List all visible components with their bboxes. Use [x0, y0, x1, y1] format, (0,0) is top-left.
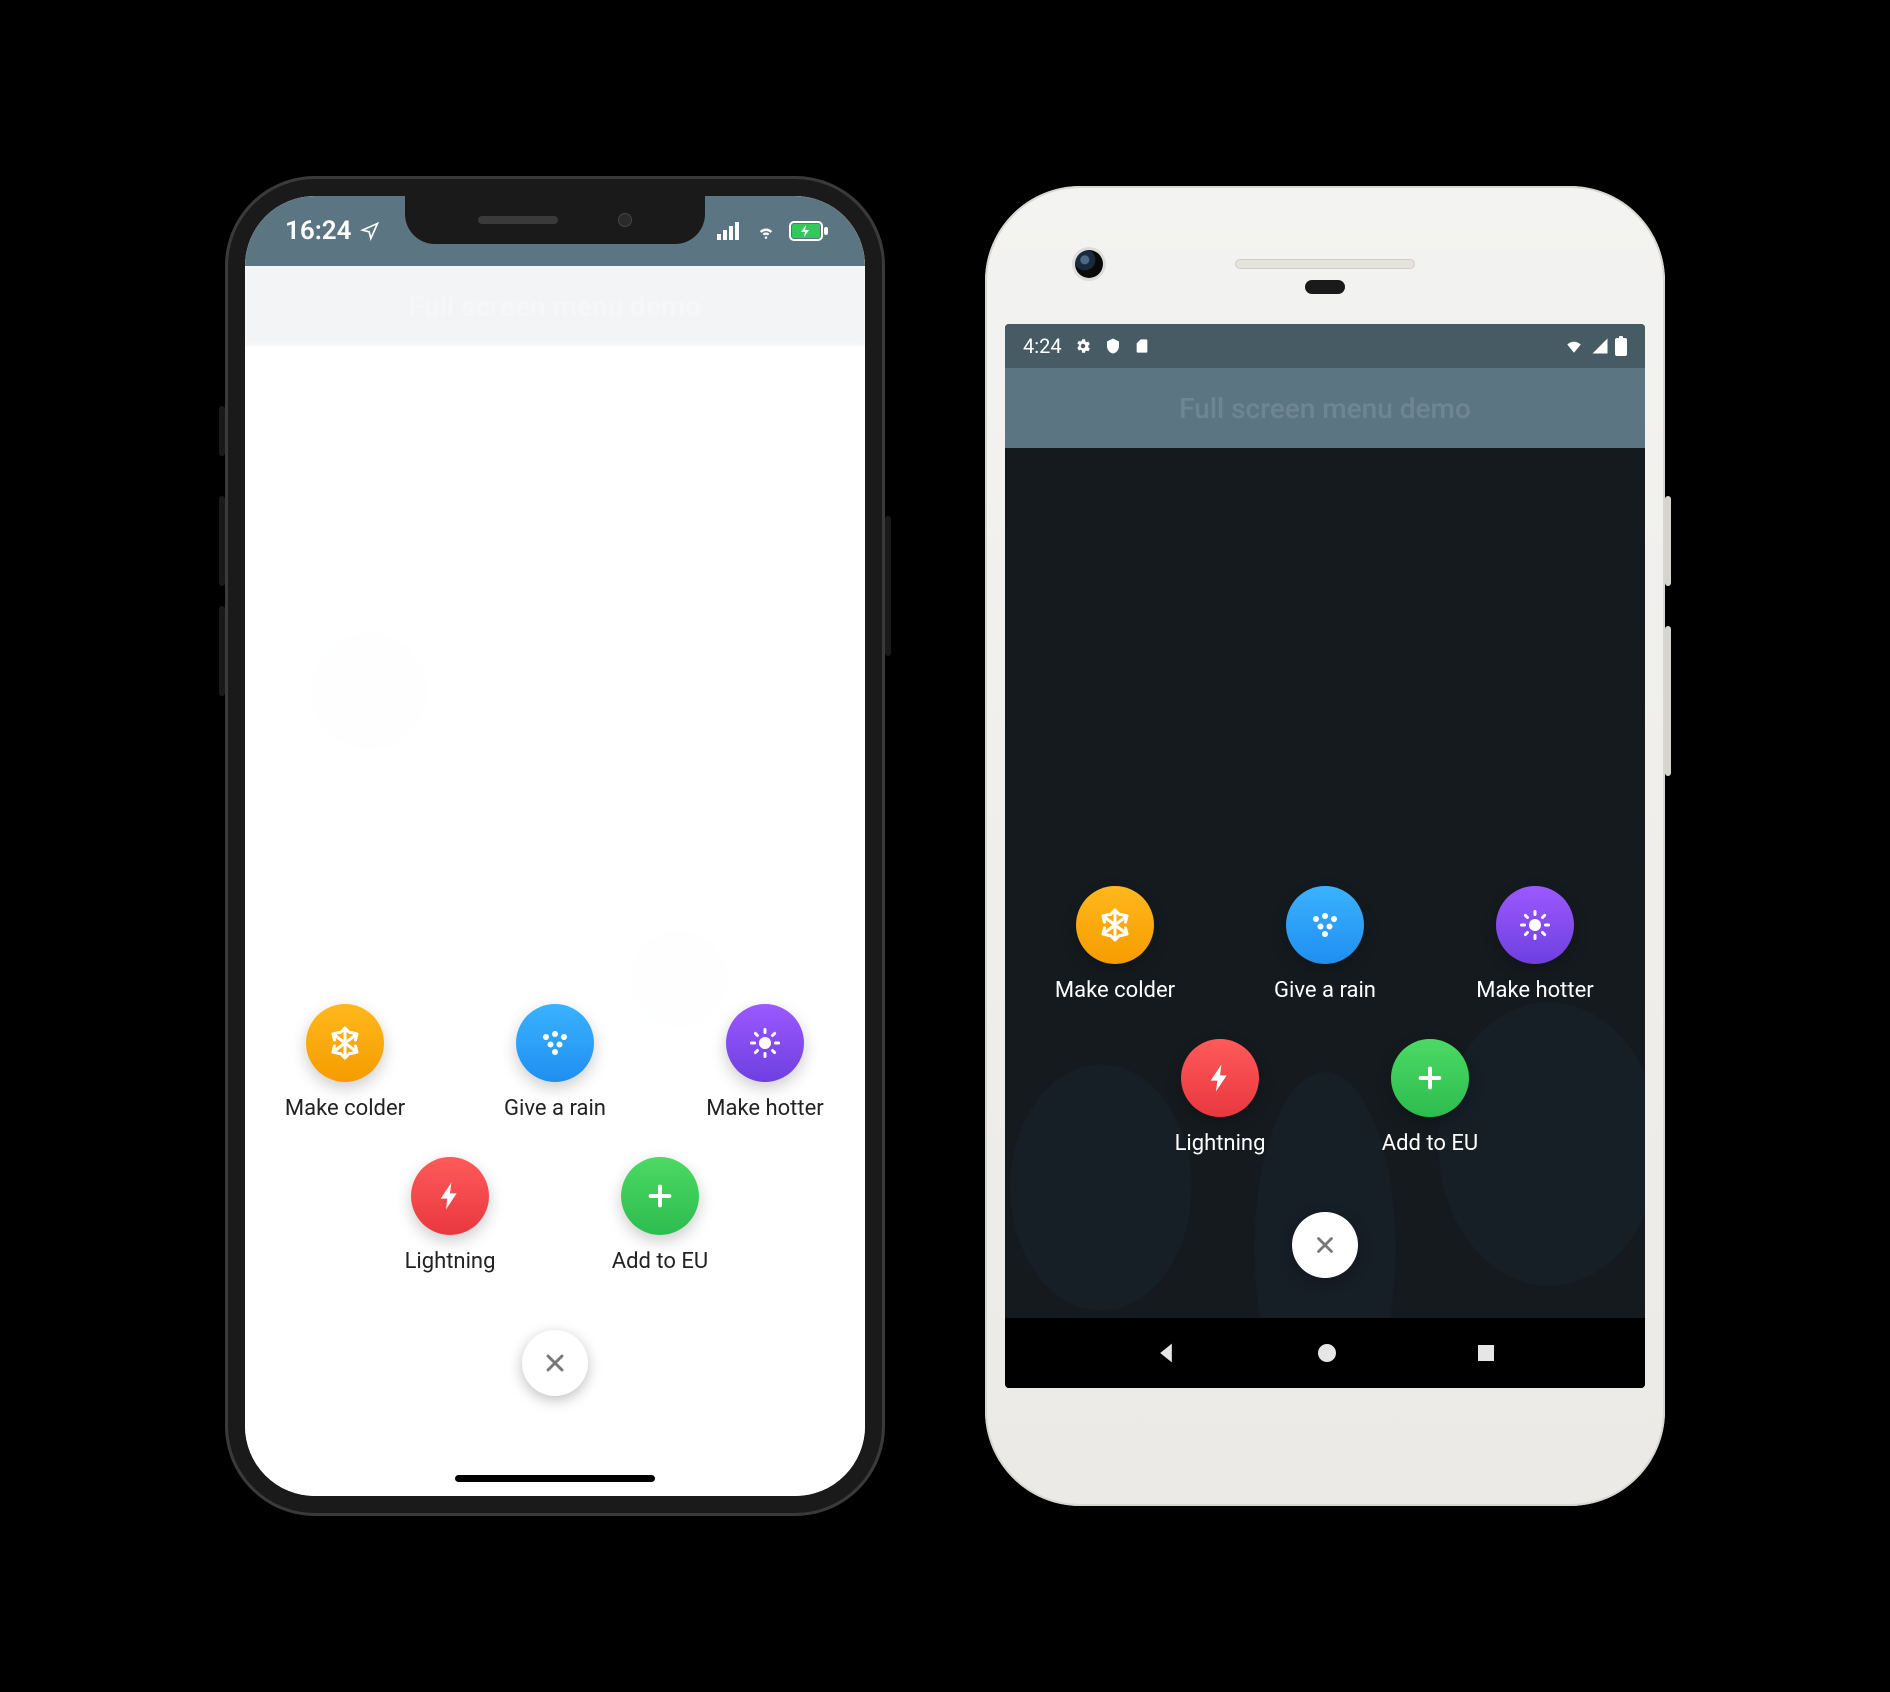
pixel-top-bezel	[1005, 204, 1645, 324]
pixel-earpiece	[1235, 259, 1415, 269]
sun-icon	[726, 1004, 804, 1082]
rain-icon	[1286, 886, 1364, 964]
pixel-sensor	[1305, 280, 1345, 294]
nav-back-button[interactable]	[1152, 1339, 1180, 1367]
plus-icon	[621, 1157, 699, 1235]
plus-icon	[1391, 1039, 1469, 1117]
battery-icon	[789, 221, 829, 241]
menu-item-make-colder[interactable]: Make colder	[1040, 886, 1190, 1003]
cellular-icon	[1591, 337, 1609, 355]
nav-home-button[interactable]	[1315, 1341, 1339, 1365]
menu-item-add-to-eu[interactable]: Add to EU	[1355, 1039, 1505, 1156]
menu-item-label: Make hotter	[706, 1096, 823, 1121]
close-menu-button[interactable]	[1292, 1212, 1358, 1278]
iphone-earpiece	[478, 216, 558, 224]
pixel-power-button	[1665, 496, 1671, 586]
menu-item-add-to-eu[interactable]: Add to EU	[585, 1157, 735, 1274]
menu-item-make-hotter[interactable]: Make hotter	[1460, 886, 1610, 1003]
pixel-screen: 4:24 Full screen menu demo Make colder	[1005, 324, 1645, 1388]
menu-row-1: Make colder Give a rain Make hotter	[1040, 886, 1610, 1003]
menu-item-label: Make colder	[285, 1096, 405, 1121]
android-clock: 4:24	[1023, 334, 1062, 358]
nav-recent-button[interactable]	[1474, 1341, 1498, 1365]
menu-item-label: Lightning	[1175, 1131, 1266, 1156]
menu-item-label: Lightning	[405, 1249, 496, 1274]
rain-icon	[516, 1004, 594, 1082]
android-fullscreen-menu-overlay[interactable]: Make colder Give a rain Make hotter Ligh…	[1005, 448, 1645, 1318]
iphone-screen: 16:24 Full screen menu demo Make colder	[245, 196, 865, 1496]
iphone-device-frame: 16:24 Full screen menu demo Make colder	[225, 176, 885, 1516]
ios-home-indicator[interactable]	[455, 1475, 655, 1482]
iphone-volume-down	[219, 606, 225, 696]
cellular-icon	[717, 222, 743, 240]
iphone-volume-up	[219, 496, 225, 586]
bolt-icon	[1181, 1039, 1259, 1117]
menu-item-label: Make colder	[1055, 978, 1175, 1003]
menu-item-give-a-rain[interactable]: Give a rain	[480, 1004, 630, 1121]
close-icon	[1312, 1232, 1338, 1258]
menu-item-label: Add to EU	[612, 1249, 708, 1274]
menu-item-lightning[interactable]: Lightning	[375, 1157, 525, 1274]
shield-icon	[1104, 337, 1122, 355]
sun-icon	[1496, 886, 1574, 964]
ios-fullscreen-menu-overlay[interactable]: Make colder Give a rain Make hotter Ligh…	[245, 196, 865, 1496]
menu-item-give-a-rain[interactable]: Give a rain	[1250, 886, 1400, 1003]
iphone-notch	[405, 196, 705, 244]
iphone-front-camera	[618, 213, 632, 227]
pixel-device-frame: 4:24 Full screen menu demo Make colder	[985, 186, 1665, 1506]
sd-card-icon	[1134, 337, 1150, 355]
snowflake-icon	[1076, 886, 1154, 964]
ios-clock: 16:24	[285, 216, 352, 246]
close-menu-button[interactable]	[522, 1330, 588, 1396]
wifi-icon	[1563, 337, 1585, 355]
menu-item-label: Make hotter	[1476, 978, 1593, 1003]
android-nav-bar	[1005, 1318, 1645, 1388]
close-icon	[541, 1349, 569, 1377]
pixel-volume-rocker	[1665, 626, 1671, 776]
menu-row-1: Make colder Give a rain Make hotter	[270, 1004, 840, 1121]
iphone-mute-switch	[219, 406, 225, 456]
android-app-title: Full screen menu demo	[1179, 392, 1471, 425]
wifi-icon	[753, 221, 779, 241]
android-app-bar: Full screen menu demo	[1005, 368, 1645, 448]
menu-item-make-colder[interactable]: Make colder	[270, 1004, 420, 1121]
bolt-icon	[411, 1157, 489, 1235]
iphone-power-button	[885, 516, 891, 656]
pixel-front-camera	[1075, 250, 1103, 278]
menu-item-label: Add to EU	[1382, 1131, 1478, 1156]
menu-item-make-hotter[interactable]: Make hotter	[690, 1004, 840, 1121]
location-icon	[360, 221, 380, 241]
menu-item-lightning[interactable]: Lightning	[1145, 1039, 1295, 1156]
menu-row-2: Lightning Add to EU	[1145, 1039, 1505, 1156]
menu-item-label: Give a rain	[1274, 978, 1376, 1003]
settings-icon	[1074, 337, 1092, 355]
menu-item-label: Give a rain	[504, 1096, 606, 1121]
menu-row-2: Lightning Add to EU	[375, 1157, 735, 1274]
android-status-bar: 4:24	[1005, 324, 1645, 368]
pixel-bottom-bezel	[1005, 1388, 1645, 1488]
snowflake-icon	[306, 1004, 384, 1082]
battery-icon	[1615, 336, 1627, 356]
